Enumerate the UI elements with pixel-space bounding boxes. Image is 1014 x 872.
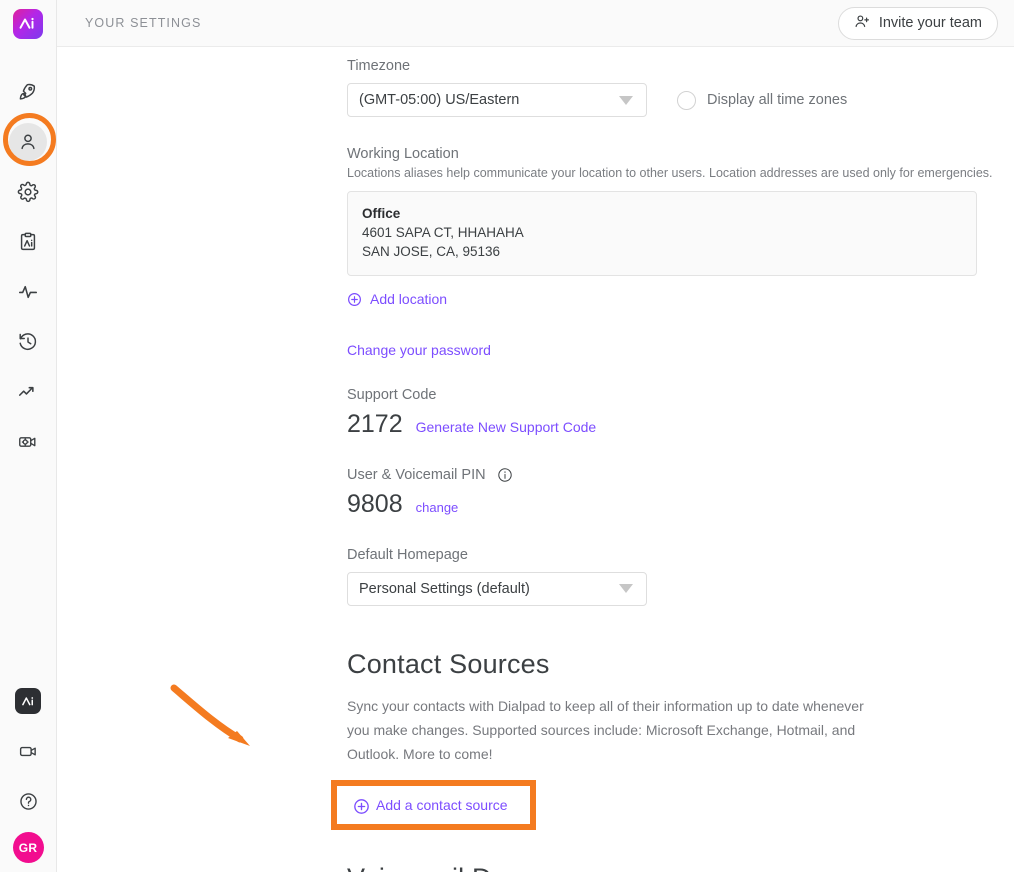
chevron-down-icon — [619, 584, 633, 594]
default-homepage-select[interactable]: Personal Settings (default) — [347, 571, 647, 606]
location-address-line-2: SAN JOSE, CA, 95136 — [362, 244, 501, 260]
chevron-down-icon — [619, 95, 633, 105]
change-pin-link[interactable]: change — [416, 500, 459, 515]
contact-sources-heading: Contact Sources — [347, 648, 550, 679]
invite-your-team-label: Invite your team — [878, 15, 982, 31]
gear-icon — [17, 181, 39, 203]
settings-content: Timezone (GMT-05:00) US/Eastern Display … — [57, 47, 1014, 872]
clipboard-ai-icon — [17, 231, 39, 253]
timezone-label: Timezone — [347, 58, 411, 74]
sidebar-item-transcripts[interactable] — [3, 217, 53, 267]
location-name: Office — [362, 206, 401, 221]
voicemail-pin-value: 9808 — [347, 489, 403, 518]
timezone-select-value: (GMT-05:00) US/Eastern — [359, 92, 520, 108]
change-password-section: Change your password — [347, 342, 1014, 360]
video-camera-icon — [18, 741, 39, 762]
timezone-section: Timezone (GMT-05:00) US/Eastern Display … — [347, 58, 1014, 117]
working-location-section: Working Location Locations aliases help … — [347, 146, 1014, 312]
sidebar-item-launch[interactable] — [3, 67, 53, 117]
support-code-value: 2172 — [347, 409, 403, 438]
contact-sources-section: Contact Sources Sync your contacts with … — [331, 648, 1014, 831]
add-a-contact-source-label: Add a contact source — [376, 797, 508, 814]
working-location-label: Working Location — [347, 146, 459, 162]
sidebar-item-contacts[interactable] — [3, 117, 53, 167]
voicemail-drop-section: Voicemail Drop — [347, 863, 1014, 872]
person-add-icon — [854, 13, 871, 34]
support-code-label: Support Code — [347, 386, 437, 403]
top-bar: YOUR SETTINGS Invite your team — [57, 0, 1014, 47]
pulse-icon — [17, 281, 39, 303]
main-area: YOUR SETTINGS Invite your team Timezone — [57, 0, 1014, 872]
sidebar-item-analytics[interactable] — [3, 367, 53, 417]
timezone-select[interactable]: (GMT-05:00) US/Eastern — [347, 83, 647, 117]
sidebar-item-ai[interactable] — [3, 676, 53, 726]
ai-badge-icon — [15, 688, 41, 714]
history-icon — [17, 331, 39, 353]
trending-up-icon — [17, 381, 39, 403]
sidebar-nav — [3, 67, 53, 467]
camera-gear-icon — [17, 431, 39, 453]
support-code-section: Support Code 2172 Generate New Support C… — [347, 387, 1014, 437]
default-homepage-label: Default Homepage — [347, 546, 468, 563]
sidebar-item-recordings[interactable] — [3, 417, 53, 467]
voicemail-pin-label: User & Voicemail PIN — [347, 466, 486, 483]
avatar[interactable]: GR — [12, 832, 44, 863]
contact-sources-description: Sync your contacts with Dialpad to keep … — [347, 697, 864, 763]
left-sidebar: GR — [0, 0, 57, 872]
sidebar-item-activity[interactable] — [3, 267, 53, 317]
voicemail-drop-heading: Voicemail Drop — [347, 863, 531, 872]
settings-scroll-area[interactable]: Timezone (GMT-05:00) US/Eastern Display … — [57, 47, 1014, 872]
invite-your-team-button[interactable]: Invite your team — [837, 6, 998, 40]
default-homepage-select-value: Personal Settings (default) — [359, 580, 530, 597]
sidebar-item-history[interactable] — [3, 317, 53, 367]
sidebar-item-video[interactable] — [3, 726, 53, 776]
page-title: YOUR SETTINGS — [85, 16, 202, 30]
person-icon — [17, 131, 39, 153]
change-your-password-link[interactable]: Change your password — [347, 342, 491, 358]
plus-circle-icon — [347, 292, 362, 307]
location-card[interactable]: Office 4601 SAPA CT, HHAHAHA SAN JOSE, C… — [347, 191, 977, 277]
add-location-label: Add location — [370, 291, 448, 308]
sidebar-item-help[interactable] — [3, 776, 53, 826]
plus-circle-icon — [353, 798, 369, 814]
sidebar-bottom-nav: GR — [3, 676, 53, 872]
add-a-contact-source-button[interactable]: Add a contact source — [353, 797, 508, 814]
voicemail-pin-section: User & Voicemail PIN 9808 change — [347, 467, 1014, 517]
generate-new-support-code-link[interactable]: Generate New Support Code — [416, 419, 597, 435]
display-all-time-zones-label: Display all time zones — [707, 92, 848, 108]
add-contact-source-highlight: Add a contact source — [331, 780, 536, 831]
sidebar-item-settings[interactable] — [3, 167, 53, 217]
display-all-time-zones-radio[interactable] — [677, 90, 696, 110]
default-homepage-section: Default Homepage Personal Settings (defa… — [347, 547, 1014, 606]
location-address-line-1: 4601 SAPA CT, HHAHAHA — [362, 225, 524, 241]
help-icon — [18, 791, 39, 812]
app-root: GR YOUR SETTINGS Invite your team Timezo… — [0, 0, 1014, 872]
working-location-helper: Locations aliases help communicate your … — [347, 166, 993, 180]
rocket-icon — [17, 81, 39, 103]
add-location-button[interactable]: Add location — [347, 291, 447, 307]
dialpad-ai-logo[interactable] — [13, 9, 43, 39]
info-icon[interactable] — [497, 467, 513, 483]
